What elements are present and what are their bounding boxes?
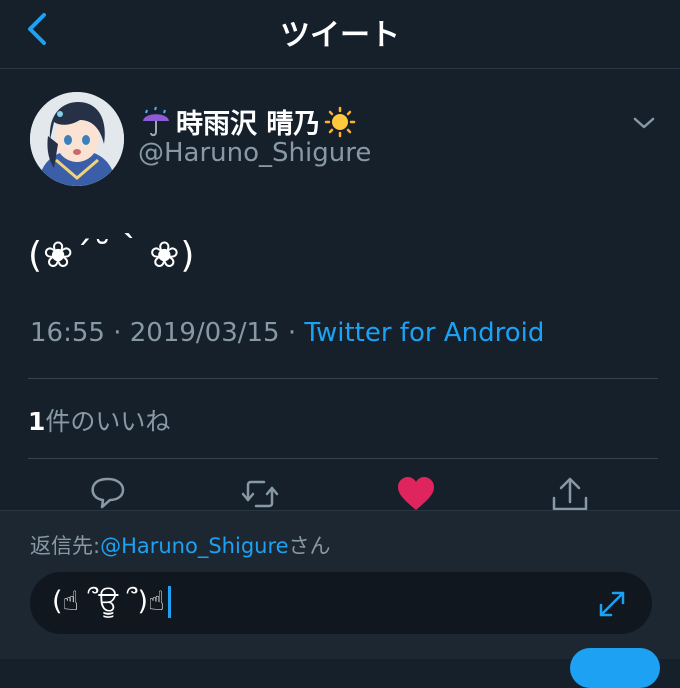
heart-icon[interactable] [396, 476, 436, 512]
user-handle[interactable]: @Haruno_Shigure [138, 138, 371, 168]
tweet-text: (❀´˘｀❀) [28, 235, 196, 276]
compose-text-wrap: (☝ ՞ਊ ՞)☝ [52, 586, 171, 618]
reply-mention[interactable]: @Haruno_Shigure [100, 534, 288, 558]
likes-label: 件のいいね [45, 407, 171, 436]
tweet-date: 2019/03/15 [129, 318, 280, 348]
reply-icon[interactable] [88, 476, 128, 512]
divider [28, 458, 658, 459]
page-title: ツイート [280, 18, 400, 53]
tweet-time: 16:55 [30, 318, 105, 348]
chevron-down-icon[interactable] [632, 114, 656, 132]
display-name[interactable]: 時雨沢 晴乃 [140, 102, 356, 141]
sun-icon [325, 106, 356, 137]
likes-number: 1 [28, 407, 46, 436]
reply-to-label: 返信先:@Haruno_Shigureさん [30, 530, 331, 560]
share-icon[interactable] [550, 476, 590, 512]
display-name-text: 時雨沢 晴乃 [176, 109, 321, 140]
avatar[interactable] [30, 92, 124, 186]
meta-separator: · [287, 318, 297, 348]
reply-send-button[interactable] [570, 648, 660, 688]
likes-count[interactable]: 1件のいいね [28, 402, 170, 438]
top-bar: ツイート [0, 0, 680, 69]
text-cursor [167, 586, 171, 618]
divider [28, 378, 658, 379]
umbrella-rain-icon [143, 106, 169, 136]
tweet-source-link[interactable]: Twitter for Android [304, 318, 544, 348]
retweet-icon[interactable] [240, 476, 280, 512]
tweet-meta: 16:55 · 2019/03/15 · Twitter for Android [30, 318, 544, 348]
reply-prefix: 返信先: [30, 534, 101, 558]
compose-text: (☝ ՞ਊ ՞)☝ [52, 586, 165, 617]
reply-suffix: さん [288, 534, 331, 558]
meta-separator: · [113, 318, 122, 348]
expand-icon[interactable] [596, 588, 628, 620]
reply-input[interactable]: (☝ ՞ਊ ՞)☝ [30, 572, 652, 634]
